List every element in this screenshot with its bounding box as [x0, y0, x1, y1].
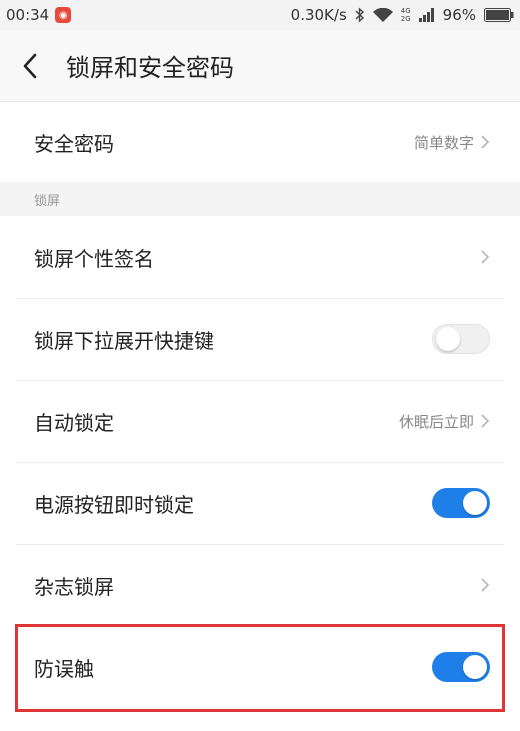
status-bar: 00:34 ◉ 0.30K/s 4G 2G 96%	[0, 0, 520, 30]
security-password-value: 简单数字	[413, 133, 474, 152]
anti-mistouch-label: 防误触	[34, 656, 94, 681]
anti-mistouch-row: 防误触	[0, 626, 520, 708]
security-password-right: 简单数字	[414, 132, 490, 153]
security-password-label: 安全密码	[34, 131, 114, 156]
magazine-lockscreen-row[interactable]: 杂志锁屏	[0, 544, 520, 626]
anti-mistouch-toggle[interactable]	[432, 652, 490, 682]
lockscreen-signature-label: 锁屏个性签名	[34, 246, 154, 271]
power-button-lock-toggle[interactable]	[432, 488, 490, 518]
magazine-lockscreen-label: 杂志锁屏	[34, 574, 114, 599]
auto-lock-value: 休眠后立即	[398, 412, 474, 431]
cellular-signal-icon	[418, 8, 435, 22]
app-notification-icon: ◉	[55, 7, 72, 23]
lockscreen-signature-row[interactable]: 锁屏个性签名	[0, 216, 520, 298]
wifi-icon	[372, 7, 393, 23]
status-right: 0.30K/s 4G 2G 96%	[291, 6, 514, 24]
page-title: 锁屏和安全密码	[66, 54, 234, 82]
toggle-knob	[463, 491, 487, 515]
header: 锁屏和安全密码	[0, 30, 520, 102]
network-speed: 0.30K/s	[290, 6, 347, 24]
security-password-row[interactable]: 安全密码 简单数字	[0, 102, 520, 182]
toggle-knob	[463, 655, 487, 679]
network-type-bottom: 2G	[400, 15, 411, 23]
status-time: 00:34	[6, 6, 50, 24]
network-type: 4G 2G	[401, 7, 411, 23]
auto-lock-label: 自动锁定	[34, 410, 114, 435]
pulldown-shortcuts-label: 锁屏下拉展开快捷键	[34, 328, 214, 353]
power-button-lock-row: 电源按钮即时锁定	[0, 462, 520, 544]
section-header-lockscreen: 锁屏	[0, 182, 520, 216]
auto-lock-row[interactable]: 自动锁定 休眠后立即	[0, 380, 520, 462]
back-arrow-icon	[23, 53, 37, 78]
network-type-top: 4G	[400, 7, 411, 15]
chevron-right-icon	[480, 577, 490, 593]
pulldown-shortcuts-row: 锁屏下拉展开快捷键	[0, 298, 520, 380]
toggle-knob	[436, 327, 460, 351]
bluetooth-icon	[355, 7, 365, 23]
power-button-lock-label: 电源按钮即时锁定	[34, 492, 194, 517]
auto-lock-right: 休眠后立即	[399, 411, 490, 432]
battery-percent: 96%	[442, 6, 476, 24]
back-button[interactable]	[0, 30, 60, 102]
battery-icon	[484, 8, 514, 22]
chevron-right-icon	[480, 413, 490, 429]
pulldown-shortcuts-toggle[interactable]	[432, 324, 490, 354]
status-left: 00:34 ◉	[6, 6, 72, 24]
chevron-right-icon	[480, 134, 490, 150]
chevron-right-icon	[480, 249, 490, 265]
